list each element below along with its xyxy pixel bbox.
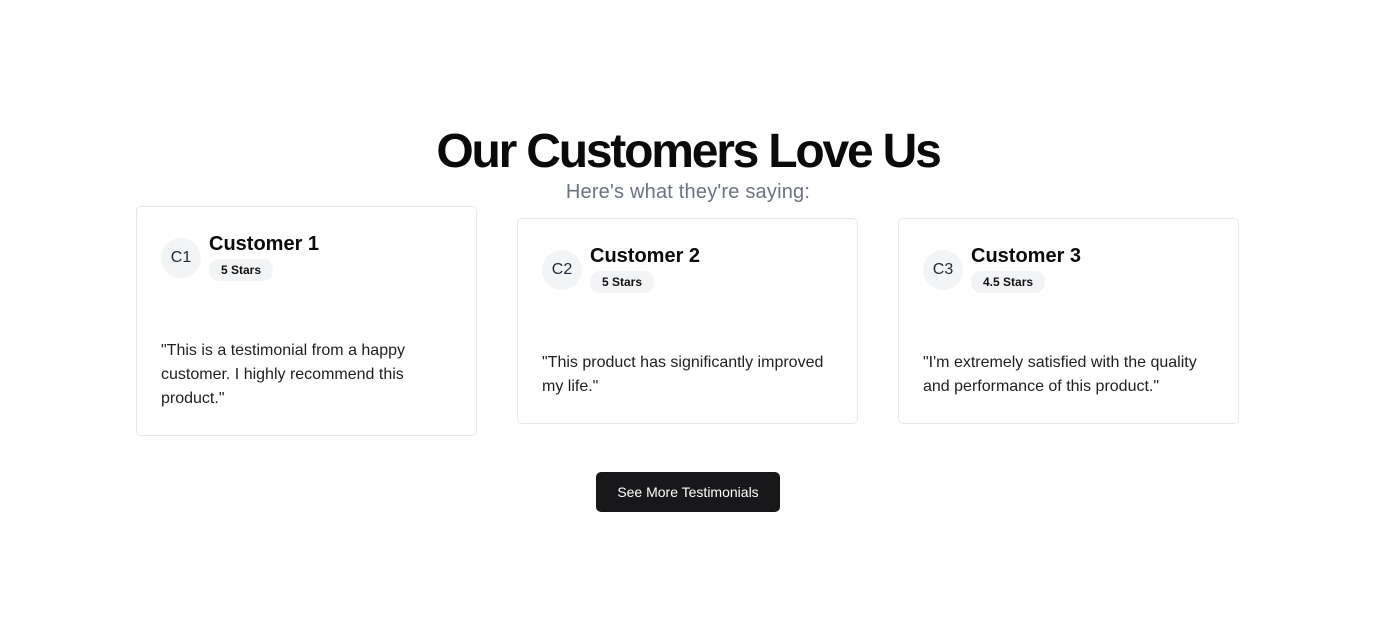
rating-badge: 5 Stars (590, 271, 655, 293)
customer-name: Customer 3 (971, 245, 1082, 267)
customer-info: Customer 2 5 Stars (590, 245, 701, 293)
testimonial-quote: "This product has significantly improved… (542, 354, 824, 395)
customer-info: Customer 1 5 Stars (209, 233, 320, 281)
testimonial-card: C1 Customer 1 5 Stars "This is a testimo… (136, 206, 477, 436)
avatar: C3 (923, 250, 963, 290)
avatar: C1 (161, 238, 201, 278)
card-header: C1 Customer 1 5 Stars (161, 233, 452, 281)
see-more-testimonials-button[interactable]: See More Testimonials (596, 472, 780, 512)
testimonial-card: C3 Customer 3 4.5 Stars "I'm extremely s… (898, 218, 1239, 424)
section-title: Our Customers Love Us (436, 125, 941, 178)
rating-badge: 5 Stars (209, 259, 274, 281)
testimonial-quote: "This is a testimonial from a happy cust… (161, 342, 405, 407)
card-header: C3 Customer 3 4.5 Stars (923, 245, 1214, 293)
rating-badge: 4.5 Stars (971, 271, 1046, 293)
testimonial-quote: "I'm extremely satisfied with the qualit… (923, 354, 1197, 395)
card-header: C2 Customer 2 5 Stars (542, 245, 833, 293)
customer-name: Customer 2 (590, 245, 701, 267)
avatar: C2 (542, 250, 582, 290)
testimonial-card: C2 Customer 2 5 Stars "This product has … (517, 218, 858, 424)
customer-info: Customer 3 4.5 Stars (971, 245, 1082, 293)
customer-name: Customer 1 (209, 233, 320, 255)
testimonials-section: Our Customers Love Us Here's what they'r… (0, 0, 1376, 640)
testimonial-cards: C1 Customer 1 5 Stars "This is a testimo… (136, 206, 1240, 436)
section-subtitle: Here's what they're saying: (565, 181, 811, 203)
